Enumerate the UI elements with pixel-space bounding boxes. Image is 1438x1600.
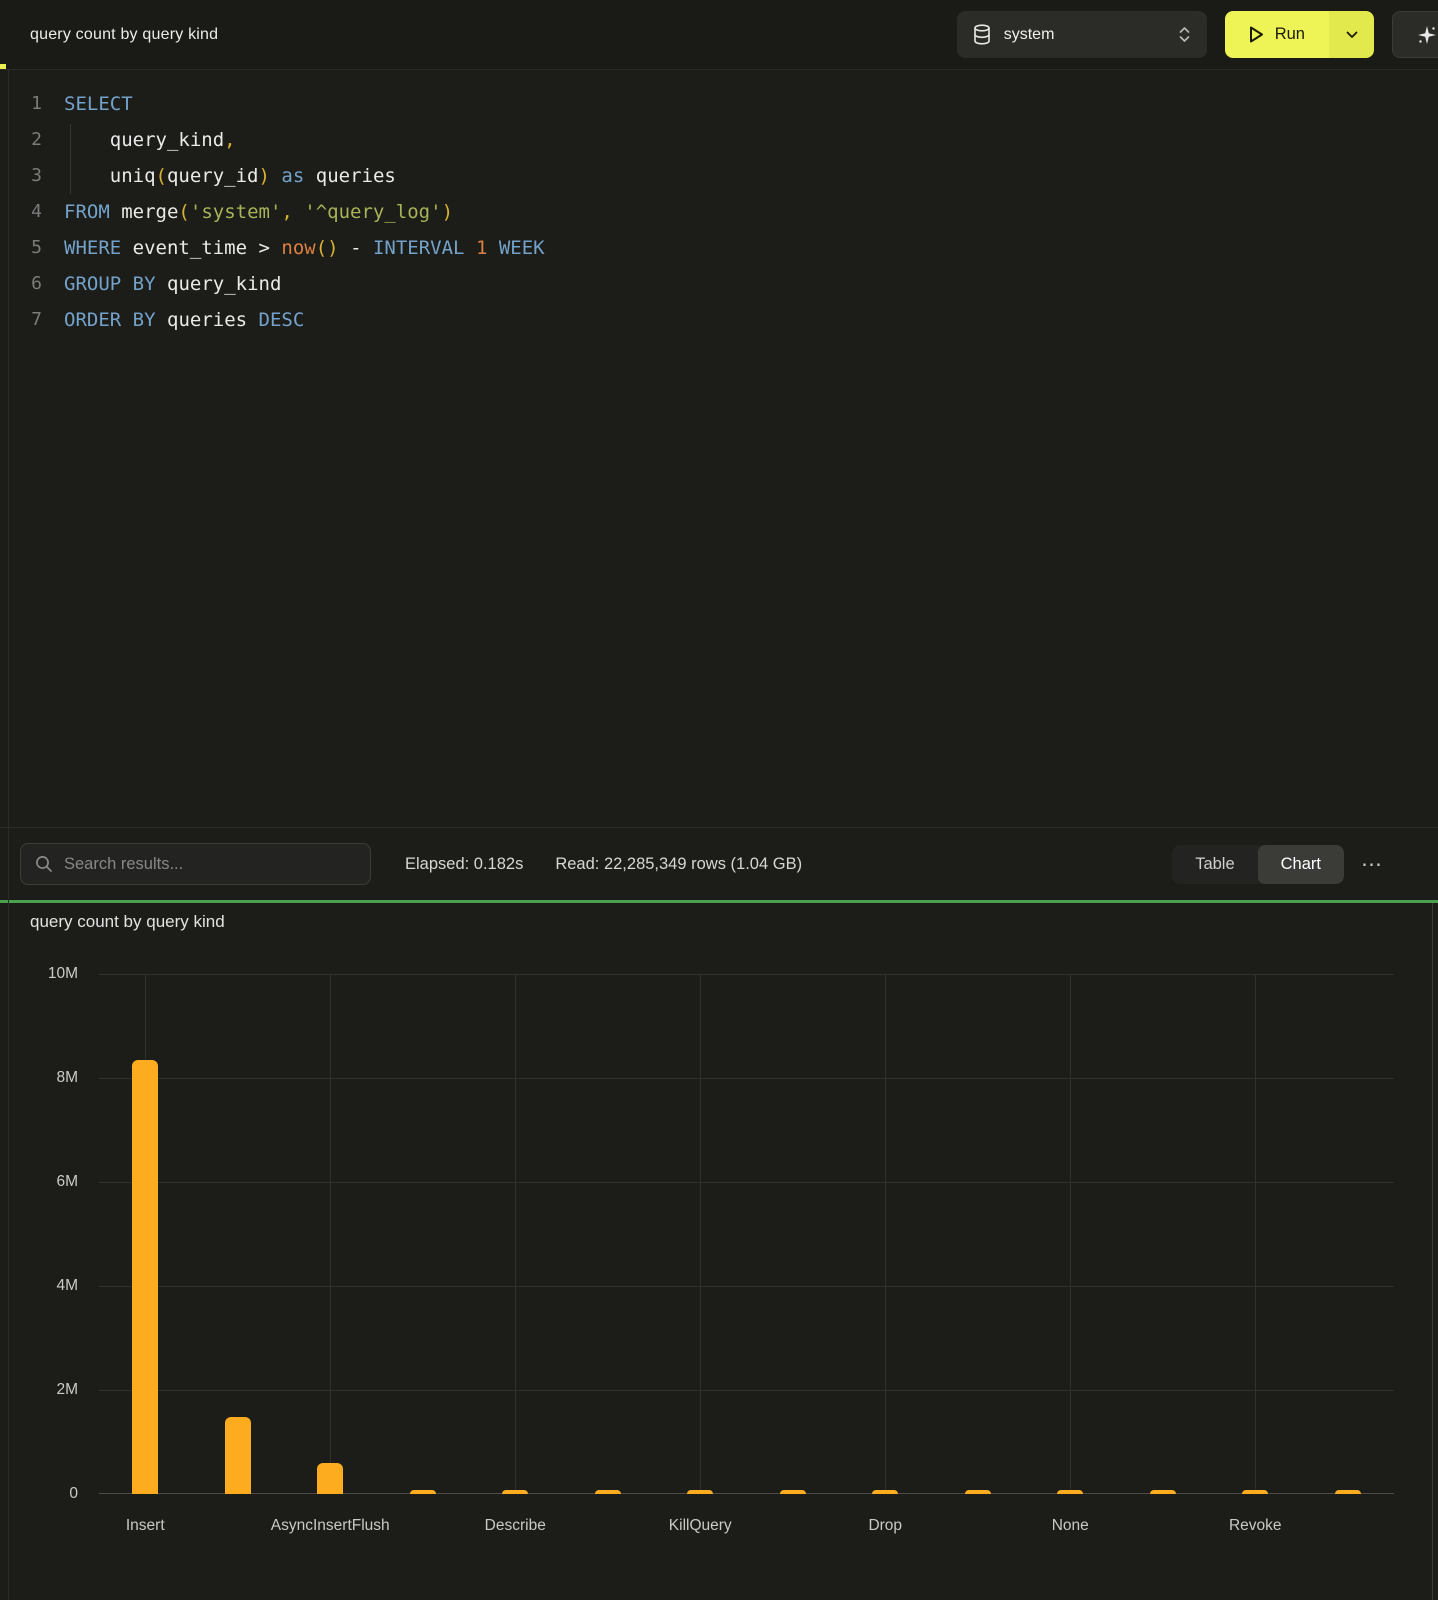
bar-unlabeled-7 [780, 1490, 806, 1494]
bar-describe [502, 1490, 528, 1494]
topbar-actions: system Run [957, 11, 1438, 58]
search-icon [35, 855, 53, 873]
gridline [99, 1390, 1394, 1391]
y-axis-label: 6M [0, 1171, 78, 1193]
code-line: 4FROM merge('system', '^query_log') [0, 194, 1438, 230]
bar-unlabeled-9 [965, 1490, 991, 1494]
tab-table[interactable]: Table [1172, 845, 1257, 884]
code-line: 1SELECT [0, 86, 1438, 122]
line-number: 7 [0, 302, 42, 338]
chart-title: query count by query kind [30, 912, 225, 932]
bar-unlabeled-3 [410, 1490, 436, 1494]
run-label: Run [1275, 25, 1305, 44]
gridline [99, 974, 1394, 975]
line-number: 2 [0, 122, 42, 158]
query-title: query count by query kind [30, 26, 218, 44]
assistant-button[interactable] [1392, 11, 1438, 58]
x-axis-label: Revoke [1155, 1517, 1355, 1535]
code-line: 3 uniq(query_id) as queries [0, 158, 1438, 194]
select-chevrons-icon [1178, 26, 1191, 43]
run-split-button: Run [1225, 11, 1374, 58]
x-axis-label: Drop [785, 1517, 985, 1535]
right-edge-line [1432, 903, 1433, 1600]
bar-unlabeled-11 [1150, 1490, 1176, 1494]
bar-none [1057, 1490, 1083, 1494]
x-axis-label: Describe [415, 1517, 615, 1535]
database-icon [973, 24, 991, 45]
code-line: 7ORDER BY queries DESC [0, 302, 1438, 338]
more-options-button[interactable]: ⋯ [1356, 848, 1388, 880]
left-edge-line [8, 70, 9, 1600]
bar-killquery [687, 1490, 713, 1494]
search-box [20, 843, 371, 885]
bar-asyncinsertflush [317, 1463, 343, 1494]
bar-unlabeled-13 [1335, 1490, 1361, 1494]
view-toggle: TableChart [1172, 845, 1344, 884]
play-icon [1249, 26, 1264, 43]
run-button[interactable]: Run [1225, 11, 1329, 58]
line-number: 1 [0, 86, 42, 122]
line-number: 5 [0, 230, 42, 266]
sql-editor[interactable]: 1SELECT2 query_kind,3 uniq(query_id) as … [0, 70, 1438, 827]
x-axis-label: None [970, 1517, 1170, 1535]
x-axis-label: AsyncInsertFlush [230, 1517, 430, 1535]
line-number: 3 [0, 158, 42, 194]
database-selector[interactable]: system [957, 11, 1207, 58]
y-axis-label: 0 [0, 1483, 78, 1505]
gridline [1070, 974, 1071, 1493]
run-options-button[interactable] [1329, 11, 1374, 58]
sparkle-icon [1416, 24, 1438, 46]
database-name: system [1004, 26, 1055, 44]
line-number: 6 [0, 266, 42, 302]
bar-unlabeled-1 [225, 1417, 251, 1494]
gridline [330, 974, 331, 1493]
gridline [99, 1286, 1394, 1287]
chart-panel: query count by query kind InsertAsyncIns… [0, 903, 1438, 1600]
top-bar: query count by query kind system [0, 0, 1438, 70]
y-axis-label: 2M [0, 1379, 78, 1401]
chevron-down-icon [1346, 31, 1358, 39]
left-edge-accent [0, 64, 6, 69]
x-axis-label: Insert [45, 1517, 245, 1535]
gridline [700, 974, 701, 1493]
ellipsis-icon: ⋯ [1361, 852, 1383, 877]
code-line: 6GROUP BY query_kind [0, 266, 1438, 302]
x-axis-label: KillQuery [600, 1517, 800, 1535]
tab-chart[interactable]: Chart [1258, 845, 1344, 884]
indent-guide-line [70, 124, 71, 194]
gridline [515, 974, 516, 1493]
y-axis-label: 8M [0, 1067, 78, 1089]
y-axis-label: 4M [0, 1275, 78, 1297]
gridline [99, 1078, 1394, 1079]
line-number: 4 [0, 194, 42, 230]
bar-drop [872, 1490, 898, 1494]
read-stat: Read: 22,285,349 rows (1.04 GB) [555, 855, 802, 874]
bar-insert [132, 1060, 158, 1494]
y-axis-label: 10M [0, 963, 78, 985]
code-line: 5WHERE event_time > now() - INTERVAL 1 W… [0, 230, 1438, 266]
gridline [885, 974, 886, 1493]
bar-revoke [1242, 1490, 1268, 1494]
chart-plot: InsertAsyncInsertFlushDescribeKillQueryD… [99, 974, 1394, 1494]
bar-unlabeled-5 [595, 1490, 621, 1494]
results-toolbar: Elapsed: 0.182s Read: 22,285,349 rows (1… [0, 827, 1438, 900]
search-input[interactable] [64, 855, 356, 874]
code-line: 2 query_kind, [0, 122, 1438, 158]
gridline [1255, 974, 1256, 1493]
gridline [99, 1182, 1394, 1183]
elapsed-stat: Elapsed: 0.182s [405, 855, 523, 874]
